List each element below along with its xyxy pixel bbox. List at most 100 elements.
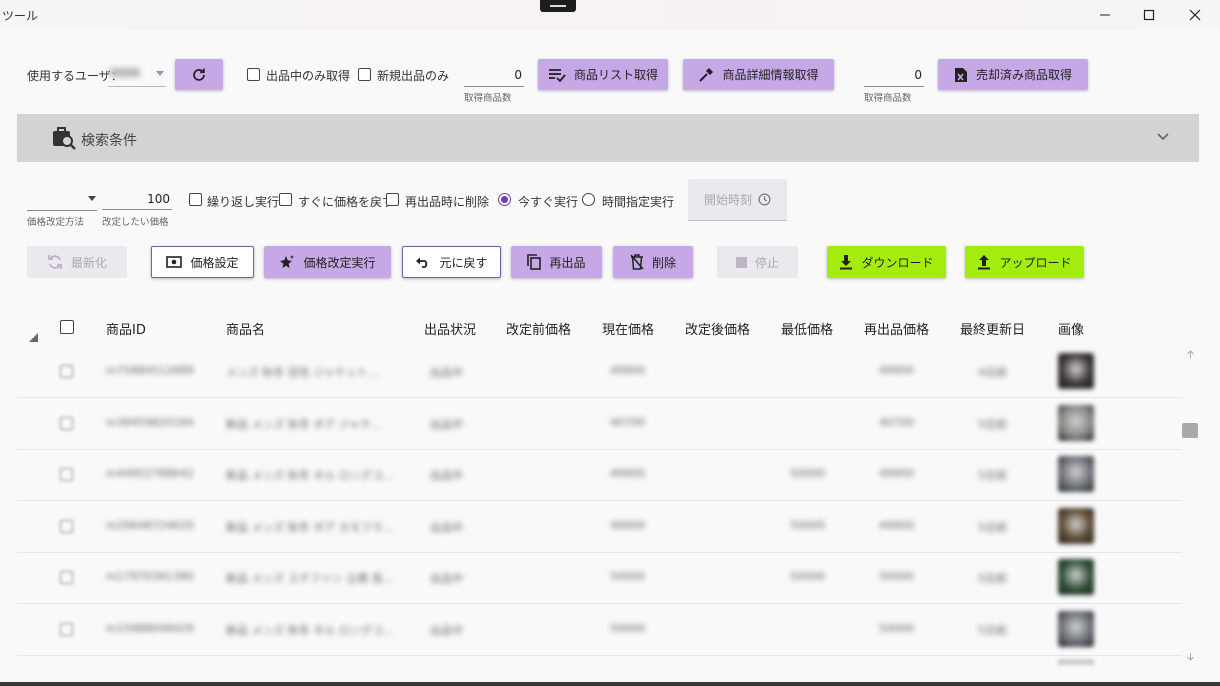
product-thumbnail[interactable] [1058,353,1094,389]
minimize-icon [1100,14,1110,16]
price-setting-button[interactable]: 価格設定 [151,246,254,278]
delete-label: 削除 [651,255,676,270]
start-time-button[interactable]: 開始時刻 [688,179,787,221]
vertical-scrollbar[interactable] [1182,345,1198,665]
select-all-corner-icon[interactable] [29,333,38,342]
copy-icon [527,254,542,270]
column-header-status[interactable]: 出品状況 [424,319,476,338]
product-thumbnail[interactable] [1058,610,1094,647]
maximize-icon [1143,9,1155,21]
column-header-min-price[interactable]: 最低価格 [781,319,833,338]
cell-product-name: 新品 メンズ 秋冬 ボア カモフラ... [226,520,394,534]
get-sold-products-label: 売却済み商品取得 [975,68,1072,82]
row-checkbox[interactable] [60,622,73,636]
cell-relist-price: 40700 [879,415,914,429]
cell-updated: 5日前 [978,623,1007,637]
select-all-checkbox[interactable] [60,320,74,334]
cell-product-id: m38459820184 [106,415,194,429]
close-button[interactable] [1172,0,1218,30]
upload-icon [978,255,991,270]
get-product-list-label: 商品リスト取得 [573,68,658,82]
cell-relist-price: 49900 [879,518,914,532]
cell-product-id: m17970391380 [106,570,194,583]
row-checkbox[interactable] [60,468,73,481]
price-method-select[interactable] [27,190,97,211]
upload-label: アップロード [999,255,1072,270]
get-product-list-button[interactable]: 商品リスト取得 [538,59,668,90]
search-conditions-expander[interactable]: 検索条件 [17,114,1199,162]
sold-count-field[interactable]: 0 [864,65,924,87]
cell-current-price: 50000 [610,570,645,583]
minimize-button[interactable] [1082,0,1128,30]
delete-button[interactable]: 削除 [613,246,693,278]
cell-current-price: 40700 [610,415,645,429]
product-thumbnail[interactable] [1058,456,1094,492]
run-now-radio[interactable] [498,193,511,206]
relist-button[interactable]: 再出品 [511,246,602,278]
snap-handle[interactable] [540,0,576,12]
column-header-updated[interactable]: 最終更新日 [960,319,1025,338]
price-execute-button[interactable]: 価格改定実行 [264,246,391,278]
partial-row-thumbnail [1058,659,1094,665]
row-checkbox[interactable] [60,416,73,430]
refresh-list-button[interactable]: 最新化 [27,246,127,278]
cell-current-price: 50000 [610,621,645,635]
cell-updated: 5日前 [978,469,1007,482]
column-header-after-price[interactable]: 改定後価格 [685,319,750,338]
target-price-field[interactable]: 100 [102,190,172,210]
get-sold-products-button[interactable]: 売却済み商品取得 [938,59,1088,90]
column-header-id[interactable]: 商品ID [106,319,146,338]
cell-product-id: m75884512689 [106,364,194,377]
download-button[interactable]: ダウンロード [827,246,946,278]
sync-icon [48,255,62,269]
cell-min-price: 50000 [790,467,825,480]
fetched-count-field[interactable]: 0 [464,65,524,87]
reload-users-button[interactable] [175,59,223,90]
repeat-checkbox[interactable] [189,193,202,206]
row-checkbox[interactable] [60,571,73,584]
product-thumbnail[interactable] [1058,507,1094,544]
stop-button[interactable]: 停止 [717,246,798,278]
delete-off-icon [630,254,644,270]
column-header-current-price[interactable]: 現在価格 [602,319,654,338]
column-header-before-price[interactable]: 改定前価格 [506,319,571,338]
cell-relist-price: 50000 [879,621,914,635]
cell-product-id: m44952788642 [106,467,194,480]
chevron-down-icon [1157,133,1169,141]
listing-only-checkbox[interactable] [247,68,260,81]
new-listing-only-checkbox[interactable] [358,68,371,81]
start-time-label: 開始時刻 [703,193,752,207]
product-thumbnail[interactable] [1058,404,1094,441]
chevron-down-icon [88,196,96,201]
column-header-image[interactable]: 画像 [1058,319,1084,338]
maximize-button[interactable] [1126,0,1172,30]
repeat-label: 繰り返し実行 [207,195,280,209]
cell-product-name: 新品 メンズ 秋冬 ネル ロングコ... [226,469,394,482]
row-checkbox[interactable] [60,519,73,533]
new-listing-only-label: 新規出品のみ [377,69,450,83]
column-header-name[interactable]: 商品名 [226,319,265,338]
revert-immediately-checkbox[interactable] [279,193,292,206]
cell-updated: 5日前 [978,417,1007,431]
delete-on-relist-label: 再出品時に削除 [405,195,490,209]
scroll-up-button[interactable] [1182,346,1198,362]
product-thumbnail[interactable] [1058,559,1094,595]
scheduled-radio[interactable] [582,193,595,206]
delete-on-relist-checkbox[interactable] [386,193,399,206]
scheduled-label: 時間指定実行 [602,195,675,209]
cell-updated: 5日前 [978,572,1007,585]
column-header-relist-price[interactable]: 再出品価格 [864,319,929,338]
cell-product-name: メンズ 秋冬 羽毛 ジャケット... [226,366,379,379]
user-select[interactable] [108,64,166,87]
cell-product-name: 新品 メンズ 秋冬 ネル ロングコ... [226,623,394,637]
arrow-down-icon [1186,652,1194,661]
get-product-details-button[interactable]: 商品詳細情報取得 [683,59,834,90]
scroll-down-button[interactable] [1182,648,1198,664]
undo-label: 元に戻す [439,255,488,270]
stop-label: 停止 [754,255,779,270]
undo-button[interactable]: 元に戻す [402,246,501,278]
cash-icon [166,256,183,268]
row-checkbox[interactable] [60,365,73,378]
upload-button[interactable]: アップロード [965,246,1084,278]
scrollbar-thumb[interactable] [1182,423,1198,438]
